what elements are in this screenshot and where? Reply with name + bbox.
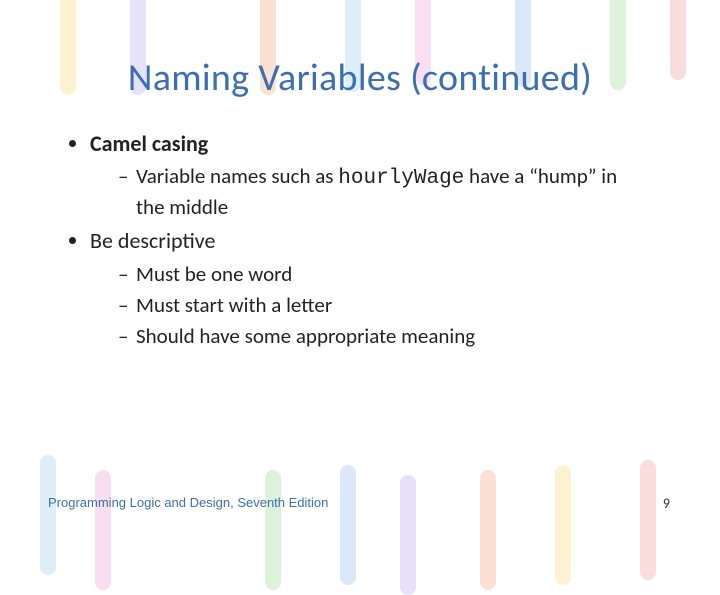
- footer-text: Programming Logic and Design, Seventh Ed…: [48, 495, 328, 510]
- bullet-label: Camel casing: [90, 130, 208, 157]
- page-number: 9: [663, 495, 670, 512]
- bullet-item: Be descriptive Must be one word Must sta…: [90, 227, 650, 350]
- sub-bullet-item: Must be one word: [118, 260, 650, 288]
- sub-bullet-item: Should have some appropriate meaning: [118, 322, 650, 350]
- sub-text-code: hourlyWage: [338, 167, 464, 190]
- sub-bullet-item: Must start with a letter: [118, 291, 650, 319]
- slide-body: Camel casing Variable names such as hour…: [66, 130, 650, 356]
- sub-bullet-item: Variable names such as hourlyWage have a…: [118, 162, 650, 221]
- sub-text-pre: Should have some appropriate meaning: [136, 323, 475, 349]
- sub-text-pre: Must start with a letter: [136, 292, 332, 318]
- slide-title: Naming Variables (continued): [0, 55, 720, 101]
- sub-text-pre: Must be one word: [136, 261, 292, 287]
- bullet-label: Be descriptive: [90, 227, 215, 254]
- bullet-item: Camel casing Variable names such as hour…: [90, 130, 650, 221]
- sub-text-pre: Variable names such as: [136, 163, 338, 189]
